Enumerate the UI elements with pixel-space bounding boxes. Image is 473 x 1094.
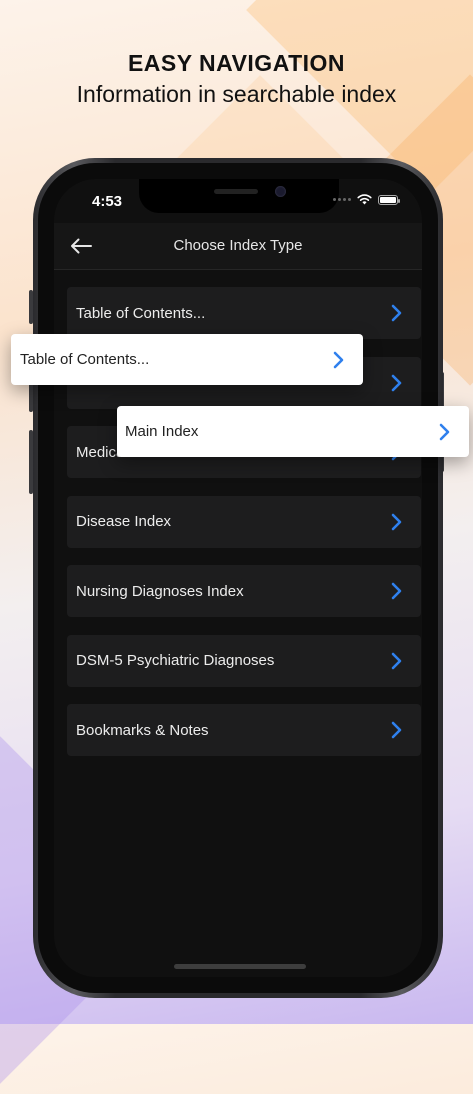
phone-screen: 4:53 Choose Index Type Table of Contents… [54,179,422,977]
chevron-right-icon [331,350,345,370]
chevron-right-icon [389,512,403,532]
notch [139,179,339,213]
list-item-label: Disease Index [76,513,172,530]
chevron-right-icon [389,581,403,601]
promo-headline: EASY NAVIGATION Information in searchabl… [0,50,473,108]
list-item-label: Table of Contents... [76,304,206,322]
list-item-nursing-diagnoses-index[interactable]: Nursing Diagnoses Index [67,565,421,617]
chevron-right-icon [389,720,403,740]
promo-title: EASY NAVIGATION [127,50,346,76]
wifi-icon [357,194,372,205]
screen-title: Choose Index Type [173,237,303,254]
list-item-label: DSM-5 Psychiatric Diagnoses [76,652,275,669]
phone-frame: 4:53 Choose Index Type Table of Contents… [33,158,443,998]
popout-label: Table of Contents... [20,351,150,368]
promo-subtitle: Information in searchable index [76,81,397,107]
list-item-label: Bookmarks & Notes [76,721,209,739]
list-item-table-of-contents[interactable]: Table of Contents... [67,287,421,339]
home-indicator[interactable] [174,964,306,969]
front-camera [275,186,286,197]
popout-table-of-contents[interactable]: Table of Contents... [11,334,363,385]
signal-icon [333,198,351,201]
popout-label: Main Index [125,423,199,440]
phone-bezel: 4:53 Choose Index Type Table of Contents… [38,163,438,993]
chevron-right-icon [437,422,451,442]
list-item-label: Nursing Diagnoses Index [76,582,244,600]
list-item-dsm5-psychiatric-diagnoses[interactable]: DSM-5 Psychiatric Diagnoses [67,634,421,687]
list-item-bookmarks-notes[interactable]: Bookmarks & Notes [67,704,421,756]
battery-icon [378,194,400,205]
chevron-right-icon [389,373,403,393]
navigation-bar: Choose Index Type [54,223,422,270]
list-item-disease-index[interactable]: Disease Index [67,495,421,548]
chevron-right-icon [389,303,403,323]
status-time: 4:53 [92,193,123,210]
status-icons [333,194,400,205]
speaker [214,189,258,194]
popout-main-index[interactable]: Main Index [117,406,469,457]
chevron-right-icon [389,651,403,671]
